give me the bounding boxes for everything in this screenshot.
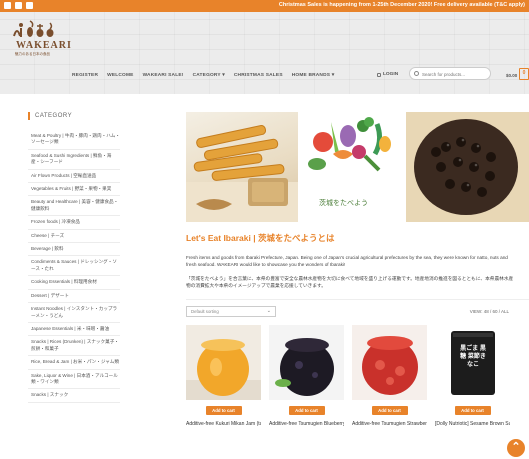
category-item[interactable]: Cooking Essentials | 料理用食材	[28, 276, 120, 290]
hero-beans-image	[406, 112, 529, 222]
product-card[interactable]: Add to cart Additive-free Kukuri Mikan J…	[186, 325, 261, 428]
sort-toolbar: Default sorting ⌄ VIEW: 48 / 60 / ALL	[186, 299, 529, 317]
product-image[interactable]	[186, 325, 261, 400]
product-name[interactable]: Additive-free Kukuri Mikan Jam (tangerin…	[186, 421, 261, 428]
category-item[interactable]: Meat & Poultry | 牛肉・豚肉・鶏肉・ハム・ソーセージ類	[28, 130, 120, 150]
product-image[interactable]	[352, 325, 427, 400]
product-card[interactable]: 黒ごま 黒糖 菜節きなこ Add to cart [Dolly Nutrioti…	[435, 325, 510, 428]
category-item[interactable]: Cheese | チーズ	[28, 230, 120, 244]
category-item[interactable]: Sake, Liquor & Wine | 日本酒・アルコール類・ワイン類	[28, 370, 120, 390]
hero-caption: 茨城をたべよう	[319, 199, 368, 207]
page-heading: Let's Eat Ibaraki | 茨城をたべようとは	[186, 233, 335, 243]
product-name[interactable]: Additive-free Tsumugien Strawberry Jam |…	[352, 421, 427, 428]
chevron-down-icon: ⌄	[266, 308, 271, 314]
site-header: WAKEARI 魅力のある日本の食品 REGISTER WELCOME WAKE…	[0, 12, 529, 94]
hero-illustration: 茨城をたべよう	[303, 112, 401, 222]
nav-home-brands[interactable]: HOME BRANDS ▾	[292, 73, 335, 78]
cart-total[interactable]: $0.00	[506, 73, 517, 78]
category-item[interactable]: Instant Noodles | インスタント・カップラーメン・うどん	[28, 303, 120, 323]
category-item[interactable]: Snacks | スナック	[28, 389, 120, 403]
add-to-cart-button[interactable]: Add to cart	[454, 406, 491, 415]
category-item[interactable]: Dessert | デザート	[28, 290, 120, 304]
category-sidebar: CATEGORY Meat & Poultry | 牛肉・豚肉・鶏肉・ハム・ソー…	[28, 112, 120, 403]
instagram-icon[interactable]	[15, 2, 22, 9]
scroll-to-top-button[interactable]: ⌃	[507, 439, 525, 457]
product-image[interactable]	[269, 325, 344, 400]
login-link[interactable]: LOGIN	[377, 72, 398, 77]
view-count-options[interactable]: VIEW: 48 / 60 / ALL	[470, 309, 509, 314]
email-icon[interactable]	[26, 2, 33, 9]
main-nav: REGISTER WELCOME WAKEARI SALE! CATEGORY …	[72, 73, 334, 78]
category-item[interactable]: Beauty and Healthcare | 美容・健康食品・健康飲料	[28, 196, 120, 217]
product-image[interactable]: 黒ごま 黒糖 菜節きなこ	[435, 325, 510, 400]
category-item[interactable]: Vegetables & Fruits | 野菜・果物・果実	[28, 183, 120, 197]
sort-select-value: Default sorting	[191, 309, 219, 314]
logo[interactable]: WAKEARI 魅力のある日本の食品	[12, 18, 72, 64]
add-to-cart-button[interactable]: Add to cart	[205, 406, 242, 415]
logo-tagline: 魅力のある日本の食品	[15, 52, 50, 56]
category-item[interactable]: Seafood & Sushi Ingredients | 鮮魚・海産・シーフー…	[28, 150, 120, 170]
product-card[interactable]: Add to cart Additive-free Tsumugien Stra…	[352, 325, 427, 428]
hero-food-image	[186, 112, 298, 222]
lock-icon	[377, 72, 381, 77]
logo-name: WAKEARI	[16, 40, 72, 51]
logo-graphic-icon	[13, 20, 54, 37]
category-item[interactable]: Air Flown Products | 空輸直送品	[28, 170, 120, 184]
search-input[interactable]	[422, 70, 486, 78]
intro-paragraph-en: Fresh items and goods from Ibaraki Prefe…	[186, 255, 508, 267]
product-grid: Add to cart Additive-free Kukuri Mikan J…	[186, 325, 529, 445]
product-card[interactable]: Add to cart Additive-free Tsumugien Blue…	[269, 325, 344, 428]
nav-category[interactable]: CATEGORY ▾	[193, 73, 225, 78]
login-label: LOGIN	[383, 72, 399, 77]
category-item[interactable]: Japanese Essentials | 米・味噌・醤油	[28, 323, 120, 337]
double-chevron-up-icon: ⌃	[511, 441, 521, 453]
search-icon[interactable]	[414, 71, 419, 76]
nav-christmas-sales[interactable]: CHRISTMAS SALES	[234, 73, 283, 78]
category-item[interactable]: Condiments & Sauces | ドレッシング・ソース・たれ	[28, 256, 120, 277]
cart-icon[interactable]: 0	[519, 68, 529, 80]
category-title: CATEGORY	[28, 112, 120, 120]
nav-wakeari-sale[interactable]: WAKEARI SALE!	[143, 73, 184, 78]
product-name[interactable]: [Dolly Nutriotic] Sesame Brown Sugar	[435, 421, 510, 428]
main-content: 茨城をたべよう Let's Eat Ibaraki | 茨城をたべようとは Fr…	[186, 112, 529, 445]
category-item[interactable]: Beverage | 飲料	[28, 243, 120, 257]
product-package-label: 黒ごま 黒糖 菜節きなこ	[460, 346, 486, 368]
facebook-icon[interactable]	[4, 2, 11, 9]
category-item[interactable]: Frozen foods | 冷凍食品	[28, 216, 120, 230]
top-announcement-bar: Christmas Sales is happening from 1-25th…	[0, 0, 529, 12]
nav-welcome[interactable]: WELCOME	[107, 73, 133, 78]
search-box	[409, 67, 491, 80]
add-to-cart-button[interactable]: Add to cart	[288, 406, 325, 415]
sort-select[interactable]: Default sorting ⌄	[186, 306, 276, 317]
intro-paragraph-jp: 「茨城をたべよう」を合言葉に、本県の豊富で安全な農林水産物を大切に食べて地域を盛…	[186, 276, 514, 288]
hero-banner: 茨城をたべよう	[186, 112, 529, 222]
add-to-cart-button[interactable]: Add to cart	[371, 406, 408, 415]
category-item[interactable]: Rice, Bread & Jam | お米・パン・ジャム類	[28, 356, 120, 370]
announcement-text: Christmas Sales is happening from 1-25th…	[278, 2, 525, 8]
nav-register[interactable]: REGISTER	[72, 73, 98, 78]
product-name[interactable]: Additive-free Tsumugien Blueberry Jam | …	[269, 421, 344, 428]
category-item[interactable]: Snacks | Rices (Drunken) | スナック菓子・煎餅・和菓子	[28, 336, 120, 357]
